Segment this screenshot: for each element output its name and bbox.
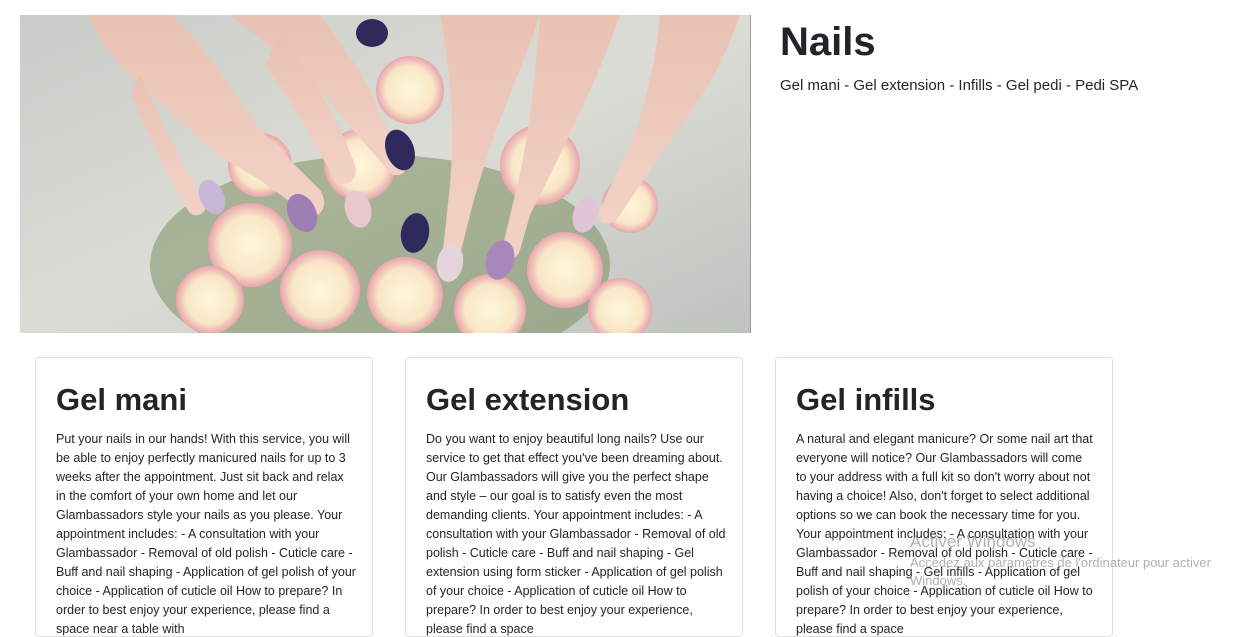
hero-image	[20, 15, 751, 333]
card-title: Gel extension	[426, 382, 630, 417]
service-card-gel-mani[interactable]: Gel mani Put your nails in our hands! Wi…	[35, 357, 373, 637]
card-description: A natural and elegant manicure? Or some …	[796, 432, 1093, 636]
service-card-gel-infills[interactable]: Gel infills A natural and elegant manicu…	[775, 357, 1113, 637]
service-list-subtitle: Gel mani - Gel extension - Infills - Gel…	[780, 77, 1139, 94]
card-description: Put your nails in our hands! With this s…	[56, 432, 356, 636]
page-title: Nails	[780, 20, 876, 64]
card-description: Do you want to enjoy beautiful long nail…	[426, 432, 726, 636]
service-card-gel-extension[interactable]: Gel extension Do you want to enjoy beaut…	[405, 357, 743, 637]
hero-text-block: Nails Gel mani - Gel extension - Infills…	[780, 18, 1140, 98]
manicure-photo-icon	[20, 15, 750, 333]
card-title: Gel mani	[56, 382, 187, 417]
card-title: Gel infills	[796, 382, 936, 417]
